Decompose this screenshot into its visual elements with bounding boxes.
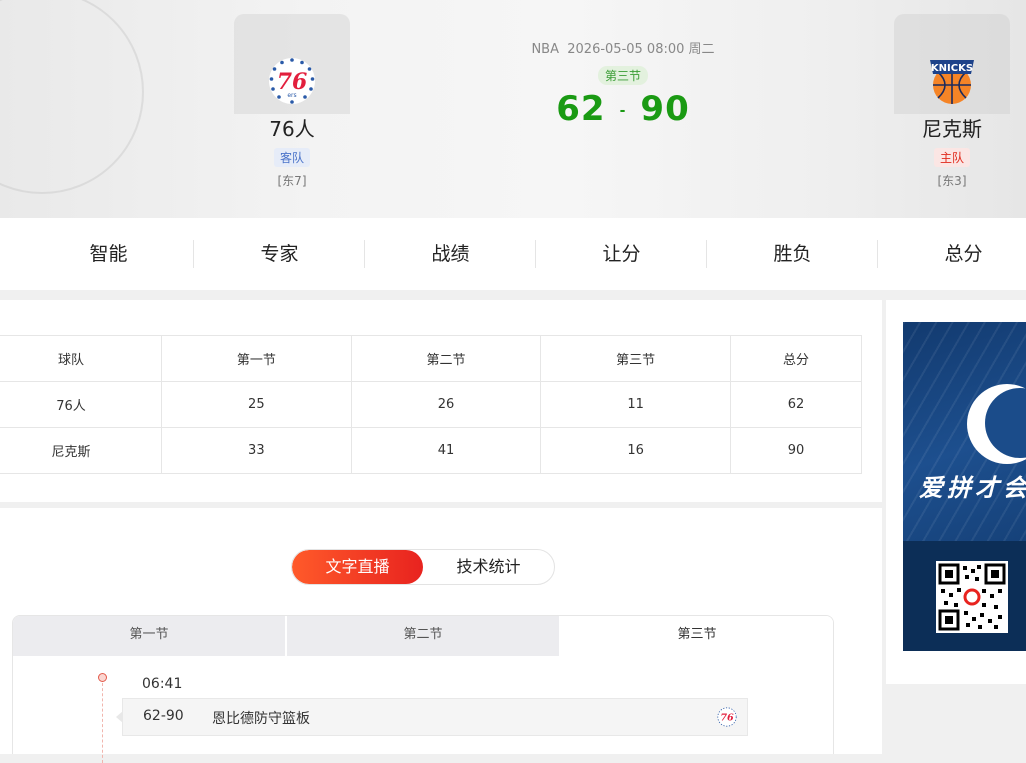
home-team-rank: [东3] — [937, 174, 967, 188]
home-role-badge: 主队 — [933, 148, 970, 167]
table-header-row: 球队 第一节 第二节 第三节 总分 — [0, 335, 863, 382]
table-cell: 90 — [729, 427, 863, 474]
nav-tab-expert[interactable]: 专家 — [194, 240, 365, 268]
home-team[interactable]: KNICKS 尼克斯 主队 [东3] — [892, 0, 1012, 189]
table-header: 球队 — [0, 335, 162, 382]
period-badge: 第三节 — [597, 66, 648, 85]
ad-banner[interactable]: 爱拼才会 — [903, 322, 1026, 651]
qr-code-icon — [936, 561, 1008, 633]
timeline-dot-icon — [98, 673, 107, 682]
league-label: NBA — [531, 42, 559, 57]
quarter-tab-1[interactable]: 第一节 — [13, 616, 285, 656]
basketball-bg-decoration — [0, 0, 144, 194]
nav-tab-moneyline[interactable]: 胜负 — [707, 240, 878, 268]
nav-tab-smart[interactable]: 智能 — [23, 240, 194, 268]
table-cell: 尼克斯 — [0, 427, 162, 474]
ad-slogan: 爱拼才会 — [919, 474, 1026, 502]
match-datetime: 2026-05-05 08:00 — [567, 42, 685, 57]
76ers-logo-icon: 76 ers — [267, 56, 317, 106]
table-row: 尼克斯 33 41 16 90 — [0, 427, 863, 474]
match-weekday: 周二 — [688, 42, 715, 57]
match-info: NBA 2026-05-05 08:00 周二 第三节 62-90 — [500, 38, 746, 129]
table-header: 第二节 — [350, 335, 542, 382]
nav-tab-record[interactable]: 战绩 — [365, 240, 536, 268]
quarter-tabs: 第一节 第二节 第三节 — [12, 615, 834, 656]
quarter-score-panel: 球队 第一节 第二节 第三节 总分 76人 25 26 11 62 尼克斯 33… — [0, 300, 882, 502]
nav-tab-total[interactable]: 总分 — [878, 240, 1026, 268]
live-panel: 文字直播 技术统计 第一节 第二节 第三节 06:41 62-90 恩比德防守篮… — [0, 508, 882, 763]
event-text: 恩比德防守篮板 — [212, 711, 310, 727]
table-cell: 11 — [540, 381, 731, 428]
quarter-score-table: 球队 第一节 第二节 第三节 总分 76人 25 26 11 62 尼克斯 33… — [0, 335, 863, 474]
tech-stats-tab[interactable]: 技术统计 — [423, 550, 554, 584]
away-team[interactable]: 76 ers 76人 客队 [东7] — [232, 0, 352, 189]
match-meta: NBA 2026-05-05 08:00 周二 — [500, 38, 746, 57]
away-score: 62 — [556, 89, 606, 129]
event-time: 06:41 — [142, 676, 183, 692]
nav-tab-spread[interactable]: 让分 — [536, 240, 707, 268]
table-header: 第三节 — [540, 335, 731, 382]
away-team-name: 76人 — [269, 117, 315, 141]
table-cell: 76人 — [0, 381, 162, 428]
76ers-logo-icon: 76 — [717, 707, 737, 727]
caret-icon — [116, 711, 123, 723]
nav-tabs: 智能 专家 战绩 让分 胜负 总分 — [23, 240, 1026, 268]
scoreboard: 62-90 — [500, 89, 746, 129]
table-cell: 41 — [350, 427, 542, 474]
quarter-tab-3[interactable]: 第三节 — [561, 616, 833, 656]
table-header: 第一节 — [161, 335, 352, 382]
text-live-tab[interactable]: 文字直播 — [292, 550, 423, 584]
analysis-nav: 智能 专家 战绩 让分 胜负 总分 — [0, 218, 1026, 290]
score-separator: - — [619, 102, 627, 119]
ad-bottom — [903, 541, 1026, 651]
event-score: 62-90 — [143, 708, 184, 724]
svg-text:ers: ers — [287, 92, 296, 99]
table-header: 总分 — [729, 335, 863, 382]
away-team-rank: [东7] — [277, 174, 307, 188]
knicks-logo-icon: KNICKS — [927, 56, 977, 106]
home-team-name: 尼克斯 — [922, 117, 982, 141]
quarter-tab-2[interactable]: 第二节 — [285, 616, 561, 656]
svg-text:KNICKS: KNICKS — [931, 63, 973, 74]
table-cell: 16 — [540, 427, 731, 474]
event-item: 62-90 恩比德防守篮板 76 — [116, 698, 748, 736]
match-header: 76 ers 76人 客队 [东7] NBA 2026-05-05 08:00 … — [0, 0, 1026, 218]
table-cell: 26 — [350, 381, 542, 428]
away-role-badge: 客队 — [273, 148, 310, 167]
table-cell: 62 — [729, 381, 863, 428]
svg-text:76: 76 — [720, 713, 734, 724]
table-cell: 33 — [161, 427, 352, 474]
timeline-line — [102, 683, 103, 763]
table-row: 76人 25 26 11 62 — [0, 381, 863, 428]
live-mode-toggle: 文字直播 技术统计 — [291, 549, 555, 585]
home-score: 90 — [640, 89, 690, 129]
table-cell: 25 — [161, 381, 352, 428]
